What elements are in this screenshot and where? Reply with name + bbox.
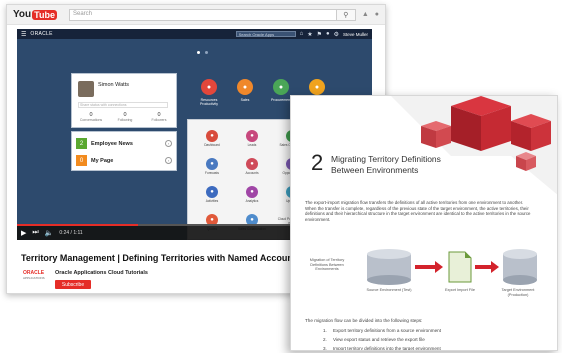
step-item: 1. Export territory definitions from a so… xyxy=(323,328,441,333)
steps-intro: The migration flow can be divided into t… xyxy=(305,318,423,323)
next-icon[interactable]: ⏭ xyxy=(32,229,38,237)
stat-label: Followers xyxy=(151,118,167,122)
chapter-body-text: The export-import migration flow transfe… xyxy=(305,200,531,222)
youtube-top-bar: You Tube Search ⚲ ▲ ● xyxy=(7,5,385,25)
collaborate-icon[interactable]: ● xyxy=(309,79,325,95)
step-number: 3. xyxy=(323,346,327,351)
step-item: 3. Import territory definitions into the … xyxy=(323,346,441,351)
news-item-employee-news[interactable]: 2 Employee News xyxy=(76,137,133,150)
tile-label: Analytics xyxy=(245,199,259,203)
bell-icon[interactable]: ● xyxy=(326,31,330,37)
youtube-search-button[interactable]: ⚲ xyxy=(335,8,356,21)
stat-followers[interactable]: 0 Followers xyxy=(144,112,174,122)
procurement-icon[interactable]: ● xyxy=(273,79,289,95)
tile-label: Leads xyxy=(247,143,257,147)
tile-forecasts[interactable]: ● Forecasts xyxy=(196,158,228,176)
stat-conversations[interactable]: 0 Conversations xyxy=(76,112,106,122)
springboard-label: Resources Productivity xyxy=(199,98,219,106)
export-file-label: Export Import File xyxy=(445,288,475,292)
source-environment-label: Source Environment (Test) xyxy=(366,288,412,292)
tile-leads[interactable]: ● Leads xyxy=(236,130,268,148)
stat-label: Conversations xyxy=(79,118,103,122)
page-indicator-dot[interactable] xyxy=(197,51,200,54)
avatar xyxy=(78,81,94,97)
screenshot-stage: You Tube Search ⚲ ▲ ● ☰ ORACLE Search Or… xyxy=(0,0,562,353)
youtube-logo[interactable]: You Tube xyxy=(13,9,57,20)
leads-icon: ● xyxy=(246,130,258,142)
accounts-icon: ● xyxy=(246,158,258,170)
document-page: 2 Migrating Territory Definitions Betwee… xyxy=(290,95,558,351)
file-icon xyxy=(448,251,472,283)
news-label: Employee News xyxy=(91,140,133,147)
analytics-icon: ● xyxy=(246,186,258,198)
tile-label: Accounts xyxy=(245,171,259,175)
step-number: 1. xyxy=(323,328,327,333)
notifications-icon[interactable]: ● xyxy=(375,11,379,18)
home-icon[interactable]: ⌂ xyxy=(300,31,304,37)
progress-fill xyxy=(17,224,138,226)
upload-icon[interactable]: ▲ xyxy=(362,11,369,18)
chapter-number: 2 xyxy=(311,150,324,175)
resources-productivity-icon[interactable]: ● xyxy=(201,79,217,95)
springboard-label: Sales xyxy=(240,98,250,102)
subscribe-label: Subscribe xyxy=(61,281,85,288)
subscribe-button[interactable]: Subscribe xyxy=(55,280,91,289)
tile-accounts[interactable]: ● Accounts xyxy=(236,158,268,176)
step-text: View export status and retrieve the expo… xyxy=(333,337,425,342)
news-item-my-page[interactable]: 0 My Page xyxy=(76,154,113,167)
page-indicator-dot[interactable] xyxy=(205,51,208,54)
target-database-icon xyxy=(503,249,537,285)
tile-label: Activities xyxy=(205,199,219,203)
step-number: 2. xyxy=(323,337,327,342)
tile-label: Forecasts xyxy=(205,171,219,175)
oracle-search-input[interactable]: Search Oracle Apps xyxy=(235,31,296,37)
tile-dashboard[interactable]: ● Dashboard xyxy=(196,130,228,148)
stat-label: Following xyxy=(117,118,133,122)
count-badge: 0 xyxy=(76,155,87,166)
target-environment-label: Target Environment (Production) xyxy=(501,288,535,297)
oracle-user-menu[interactable]: Steve Muller xyxy=(343,32,368,37)
activities-icon: ● xyxy=(206,186,218,198)
tile-label: Dashboard xyxy=(204,143,220,147)
red-cubes-graphic xyxy=(391,96,557,195)
oracle-brand: ORACLE xyxy=(30,31,53,37)
video-title: Territory Management | Defining Territor… xyxy=(21,253,301,263)
gear-icon[interactable]: ⚙ xyxy=(334,31,339,38)
chevron-right-icon[interactable]: › xyxy=(165,157,172,164)
star-icon[interactable]: ★ xyxy=(307,31,312,38)
oracle-global-header: ☰ ORACLE Search Oracle Apps ⌂ ★ ⚑ ● ⚙ St… xyxy=(17,29,372,39)
dashboard-icon: ● xyxy=(206,130,218,142)
profile-card: Simon Watts Share status with connection… xyxy=(71,73,177,128)
search-icon: ⚲ xyxy=(343,11,349,19)
profile-name[interactable]: Simon Watts xyxy=(98,82,129,88)
step-text: Export territory definitions from a sour… xyxy=(333,328,441,333)
volume-icon[interactable]: 🔈 xyxy=(45,229,54,237)
news-label: My Page xyxy=(91,157,114,164)
channel-avatar[interactable]: ORACLE APPLICATIONS xyxy=(23,271,45,281)
time-display: 0:24 / 1:11 xyxy=(59,230,83,236)
stat-following[interactable]: 0 Following xyxy=(110,112,140,122)
hamburger-menu-icon[interactable]: ☰ xyxy=(21,31,26,38)
play-icon[interactable]: ▶ xyxy=(21,229,26,237)
count-badge: 2 xyxy=(76,138,87,149)
youtube-search-input[interactable]: Search xyxy=(69,8,337,21)
step-item: 2. View export status and retrieve the ex… xyxy=(323,337,425,342)
flag-icon[interactable]: ⚑ xyxy=(317,31,322,38)
tile-analytics[interactable]: ● Analytics xyxy=(236,186,268,204)
channel-name[interactable]: Oracle Applications Cloud Tutorials xyxy=(55,270,148,276)
chapter-title: Migrating Territory Definitions Between … xyxy=(331,154,441,175)
youtube-logo-you: You xyxy=(13,9,32,20)
step-text: Import territory definitions into the ta… xyxy=(333,346,441,351)
chevron-right-icon[interactable]: › xyxy=(165,140,172,147)
youtube-logo-tube: Tube xyxy=(32,9,57,20)
migration-diagram: Migration of Territory Definitions Betwe… xyxy=(307,246,537,304)
forecasts-icon: ● xyxy=(206,158,218,170)
sales-icon[interactable]: ● xyxy=(237,79,253,95)
news-card: 2 Employee News › 0 My Page › xyxy=(71,131,177,171)
tile-activities[interactable]: ● Activities xyxy=(196,186,228,204)
source-database-icon xyxy=(367,249,411,285)
channel-logo-subtext: APPLICATIONS xyxy=(23,276,45,280)
status-input[interactable]: Share status with connections xyxy=(78,102,168,108)
